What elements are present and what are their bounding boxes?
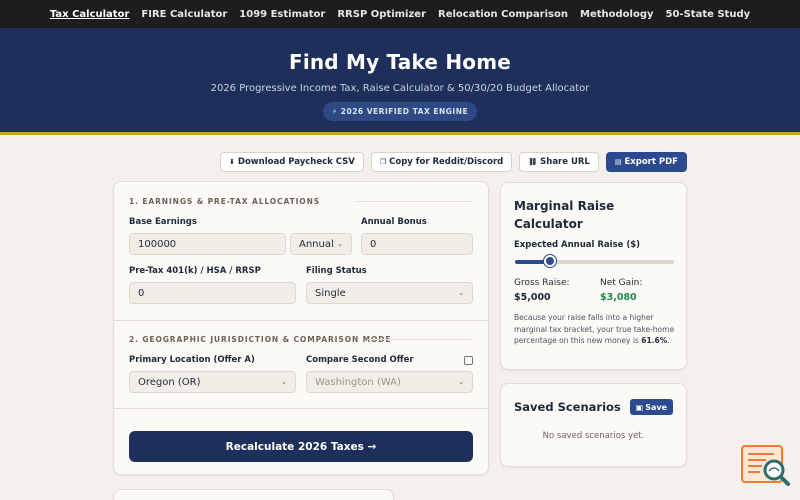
nav-item-tax-calculator[interactable]: Tax Calculator <box>50 9 130 20</box>
pay-period-select[interactable]: Annual ⌄ <box>290 233 352 255</box>
raise-calculator-title: Marginal Raise Calculator <box>514 199 615 231</box>
nav-item-relocation-comparison[interactable]: Relocation Comparison <box>438 9 568 20</box>
filing-status-value: Single <box>315 287 346 299</box>
base-earnings-input[interactable]: 100000 <box>129 233 286 255</box>
section-divider <box>114 408 488 409</box>
net-gain-label: Net Gain: <box>600 278 643 288</box>
search-report-icon[interactable] <box>740 444 792 488</box>
hero-banner: Find My Take Home 2026 Progressive Incom… <box>0 28 800 135</box>
share-url-button[interactable]: ⛓ Share URL <box>519 152 599 172</box>
annual-bonus-input[interactable]: 0 <box>361 233 473 255</box>
chevron-down-icon: ⌄ <box>337 240 343 248</box>
verified-badge: ⚡ 2026 VERIFIED TAX ENGINE <box>322 102 478 121</box>
nav-item-1099-estimator[interactable]: 1099 Estimator <box>239 9 325 20</box>
empty-scenarios-text: No saved scenarios yet. <box>542 431 645 441</box>
gross-raise-label: Gross Raise: <box>514 278 570 288</box>
compare-location-select[interactable]: Washington (WA) ⌄ <box>306 371 473 393</box>
saved-scenarios-title: Saved Scenarios <box>514 400 621 414</box>
pretax-value: 0 <box>138 287 145 299</box>
save-label: Save <box>645 402 667 412</box>
pretax-label: Pre-Tax 401(k) / HSA / RRSP <box>129 266 261 276</box>
raise-explanation: Because your raise falls into a higher m… <box>514 312 676 347</box>
export-toolbar: ⬇ Download Paycheck CSV ❐ Copy for Reddi… <box>220 152 687 172</box>
copy-reddit-button[interactable]: ❐ Copy for Reddit/Discord <box>370 152 513 172</box>
base-earnings-value: 100000 <box>138 238 177 250</box>
download-icon: ⬇ <box>229 158 235 166</box>
filing-status-select[interactable]: Single ⌄ <box>306 282 473 304</box>
share-url-label: Share URL <box>540 157 590 167</box>
compare-offer-label: Compare Second Offer <box>306 355 414 365</box>
base-earnings-label: Base Earnings <box>129 217 197 227</box>
copy-reddit-label: Copy for Reddit/Discord <box>389 157 504 167</box>
section-title-geography: 2. GEOGRAPHIC JURISDICTION & COMPARISON … <box>129 335 392 344</box>
save-icon: ▣ <box>635 402 644 412</box>
top-nav: Tax Calculator FIRE Calculator 1099 Esti… <box>0 0 800 28</box>
compare-offer-checkbox[interactable] <box>464 356 473 365</box>
nav-item-50-state-study[interactable]: 50-State Study <box>666 9 751 20</box>
net-gain-value: $3,080 <box>600 292 637 303</box>
pretax-input[interactable]: 0 <box>129 282 296 304</box>
nav-item-rrsp-optimizer[interactable]: RRSP Optimizer <box>337 9 426 20</box>
raise-explanation-end: . <box>667 336 670 345</box>
gross-raise-value: $5,000 <box>514 292 551 303</box>
compare-location-value: Washington (WA) <box>315 376 401 388</box>
section-rule <box>368 339 473 340</box>
filing-status-label: Filing Status <box>306 266 367 276</box>
primary-location-select[interactable]: Oregon (OR) ⌄ <box>129 371 296 393</box>
section-title-earnings: 1. EARNINGS & PRE-TAX ALLOCATIONS <box>129 197 321 206</box>
take-home-percentage: 61.6% <box>641 336 668 345</box>
recalculate-button[interactable]: Recalculate 2026 Taxes → <box>129 431 473 462</box>
annual-bonus-label: Annual Bonus <box>361 217 427 227</box>
section-rule <box>357 201 473 202</box>
annual-bonus-value: 0 <box>370 238 377 250</box>
download-csv-label: Download Paycheck CSV <box>237 157 355 167</box>
primary-location-value: Oregon (OR) <box>138 376 201 388</box>
raise-slider-label: Expected Annual Raise ($) <box>514 240 641 250</box>
chevron-down-icon: ⌄ <box>281 378 287 386</box>
section-divider <box>114 320 488 321</box>
raise-calculator-card: Marginal Raise Calculator Expected Annua… <box>500 182 687 370</box>
chevron-down-icon: ⌄ <box>458 289 464 297</box>
saved-scenarios-card: Saved Scenarios ▣ Save No saved scenario… <box>500 383 687 467</box>
nav-item-methodology[interactable]: Methodology <box>580 9 654 20</box>
download-csv-button[interactable]: ⬇ Download Paycheck CSV <box>220 152 364 172</box>
save-scenario-button[interactable]: ▣ Save <box>629 399 673 415</box>
calculator-form-card: 1. EARNINGS & PRE-TAX ALLOCATIONS Base E… <box>113 181 489 475</box>
link-icon: ⛓ <box>528 158 538 166</box>
nav-item-fire-calculator[interactable]: FIRE Calculator <box>141 9 227 20</box>
results-card <box>113 489 394 500</box>
copy-icon: ❐ <box>379 158 387 166</box>
report-magnifier-graphic <box>741 445 790 486</box>
document-icon: ▤ <box>614 158 622 166</box>
chevron-down-icon: ⌄ <box>458 378 464 386</box>
pay-period-value: Annual <box>299 238 334 250</box>
primary-location-label: Primary Location (Offer A) <box>129 355 255 365</box>
export-pdf-button[interactable]: ▤ Export PDF <box>605 152 687 172</box>
page-title: Find My Take Home <box>288 50 512 74</box>
page-subtitle: 2026 Progressive Income Tax, Raise Calcu… <box>210 83 590 94</box>
raise-slider-track[interactable] <box>515 260 674 264</box>
raise-slider-handle[interactable] <box>543 255 556 267</box>
export-pdf-label: Export PDF <box>624 157 678 167</box>
